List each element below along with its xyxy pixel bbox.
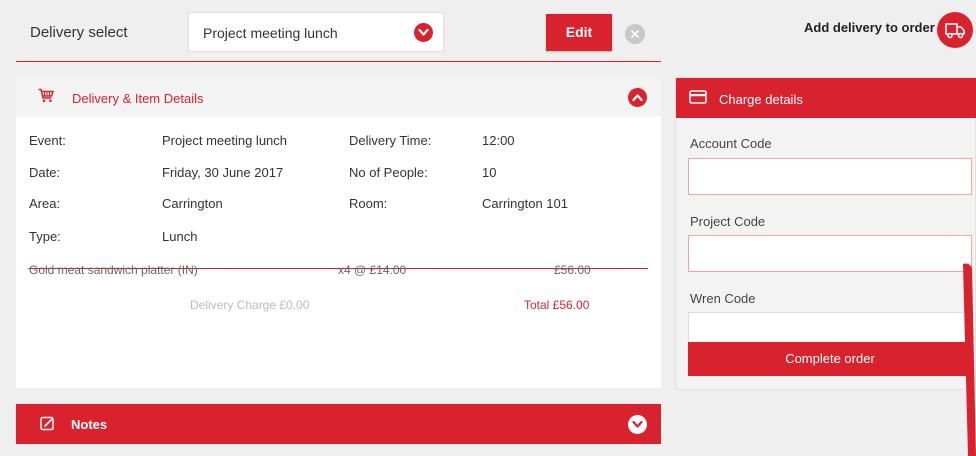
chevron-down-icon[interactable]	[628, 415, 647, 434]
notes-title: Notes	[71, 417, 108, 432]
delivery-select-dropdown[interactable]: Project meeting lunch	[188, 12, 444, 52]
event-label: Event:	[29, 133, 66, 148]
area-label: Area:	[29, 196, 61, 211]
project-code-input[interactable]	[688, 235, 972, 272]
area-value: Carrington	[162, 196, 223, 211]
chevron-up-icon[interactable]	[628, 88, 647, 107]
item-name: Gold meat sandwich platter (IN)	[29, 263, 198, 277]
delivery-charge: Delivery Charge £0.00	[190, 298, 310, 312]
charge-details-panel: Charge details Account Code Project Code…	[675, 77, 976, 390]
delivery-details-panel: Delivery & Item Details Event: Project m…	[16, 77, 661, 388]
charge-details-header: Charge details	[676, 78, 976, 118]
room-label: Room:	[349, 196, 388, 211]
no-of-people-value: 10	[482, 165, 497, 180]
date-label: Date:	[29, 165, 61, 180]
charge-details-title: Charge details	[719, 92, 803, 107]
pencil-icon	[40, 416, 55, 436]
type-label: Type:	[29, 229, 61, 244]
account-code-input[interactable]	[688, 158, 972, 195]
delivery-time-label: Delivery Time:	[349, 133, 432, 148]
topbar-divider	[16, 61, 661, 62]
delivery-select-bar: Delivery select Project meeting lunch Ed…	[0, 0, 664, 62]
order-total: Total £56.00	[524, 298, 590, 312]
delivery-details-header[interactable]: Delivery & Item Details	[16, 77, 661, 117]
pointer-stroke	[963, 263, 976, 456]
add-delivery-label[interactable]: Add delivery to order	[804, 20, 935, 35]
project-code-label: Project Code	[690, 214, 766, 229]
delivery-time-value: 12:00	[482, 133, 515, 148]
room-value: Carrington 101	[482, 196, 568, 211]
item-price: £56.00	[554, 263, 591, 277]
cart-icon	[38, 88, 55, 108]
truck-icon[interactable]	[937, 12, 973, 48]
delivery-select-value: Project meeting lunch	[203, 25, 338, 41]
account-code-label: Account Code	[690, 136, 772, 151]
credit-card-icon	[689, 90, 707, 109]
complete-order-button[interactable]: Complete order	[688, 342, 972, 376]
type-value: Lunch	[162, 229, 198, 244]
edit-button[interactable]: Edit	[546, 14, 612, 51]
no-of-people-label: No of People:	[349, 165, 428, 180]
chevron-down-icon[interactable]	[414, 23, 433, 42]
delivery-details-title: Delivery & Item Details	[72, 91, 204, 106]
wren-code-label: Wren Code	[690, 291, 756, 306]
event-value: Project meeting lunch	[162, 133, 288, 148]
close-icon[interactable]	[625, 24, 645, 44]
item-quantity: x4 @ £14.00	[338, 263, 407, 277]
date-value: Friday, 30 June 2017	[162, 165, 284, 180]
delivery-select-label: Delivery select	[30, 24, 128, 41]
notes-header[interactable]: Notes	[16, 404, 661, 444]
